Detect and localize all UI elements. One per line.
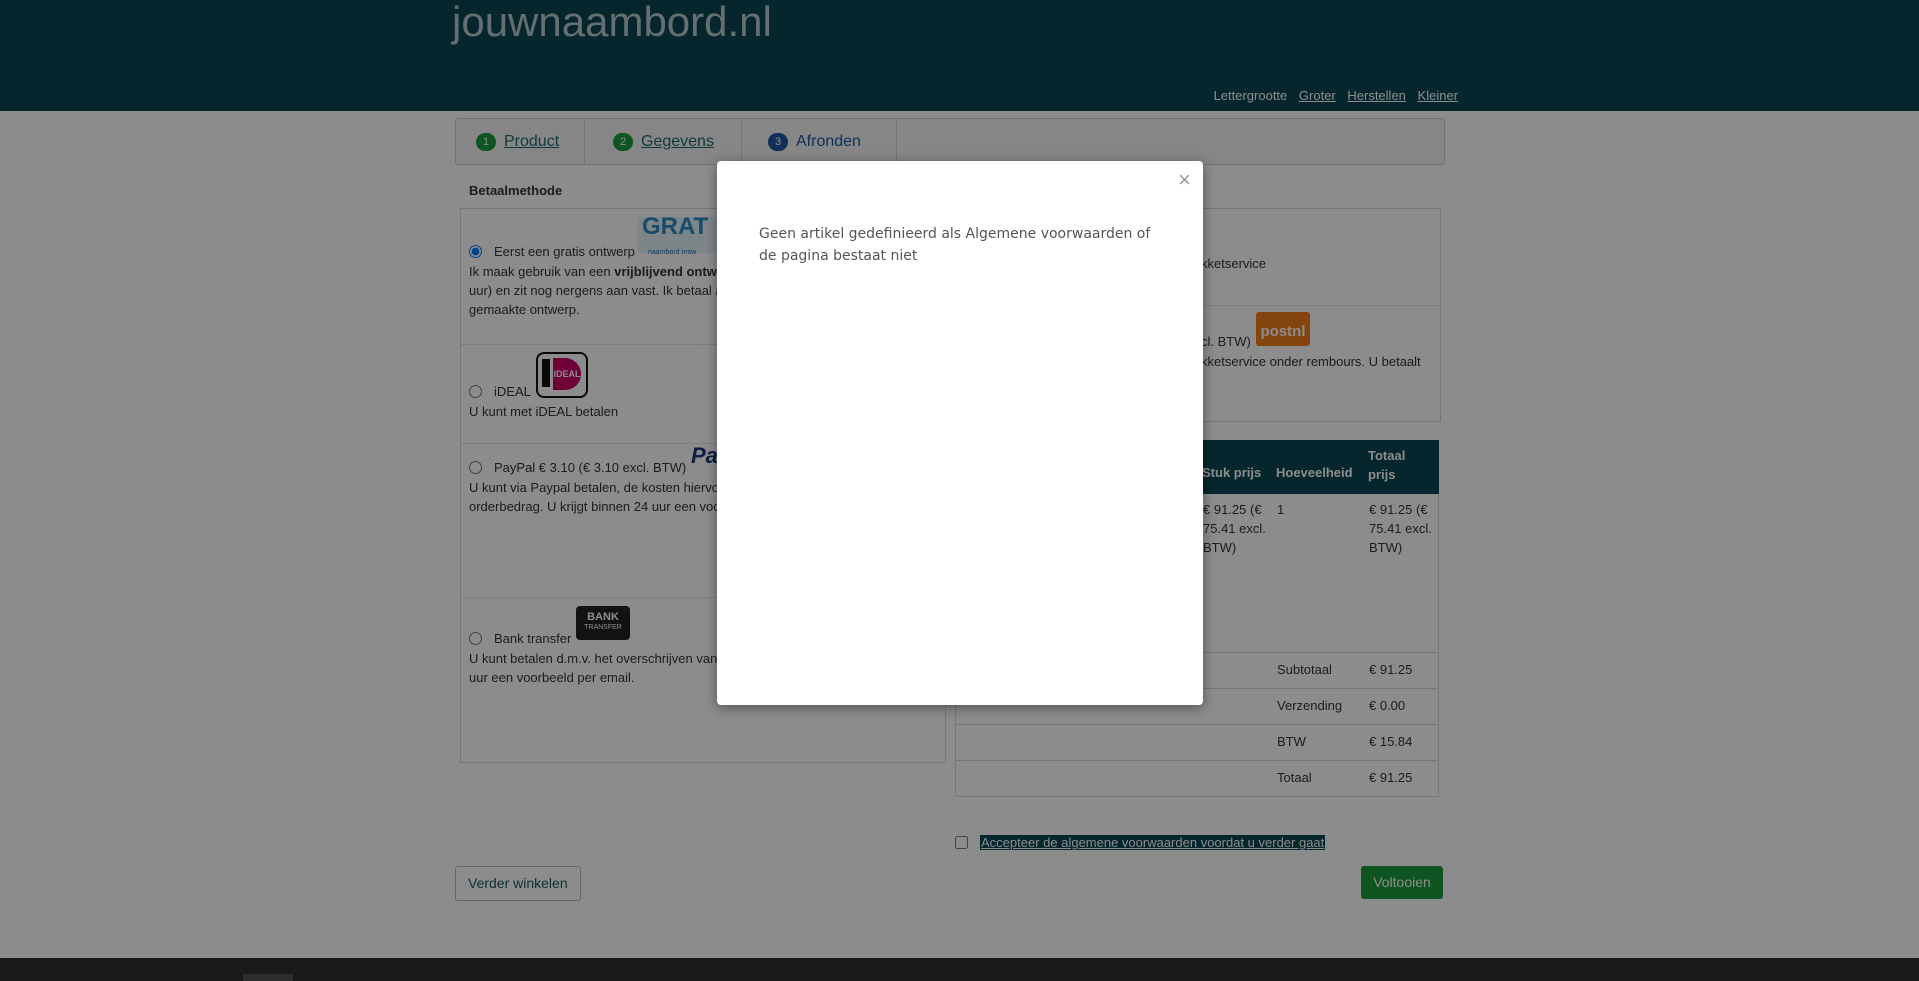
modal-message: Geen artikel gedefinieerd als Algemene v… [759,226,1151,264]
close-icon[interactable]: × [1178,167,1191,193]
terms-modal: × Geen artikel gedefinieerd als Algemene… [717,161,1203,705]
